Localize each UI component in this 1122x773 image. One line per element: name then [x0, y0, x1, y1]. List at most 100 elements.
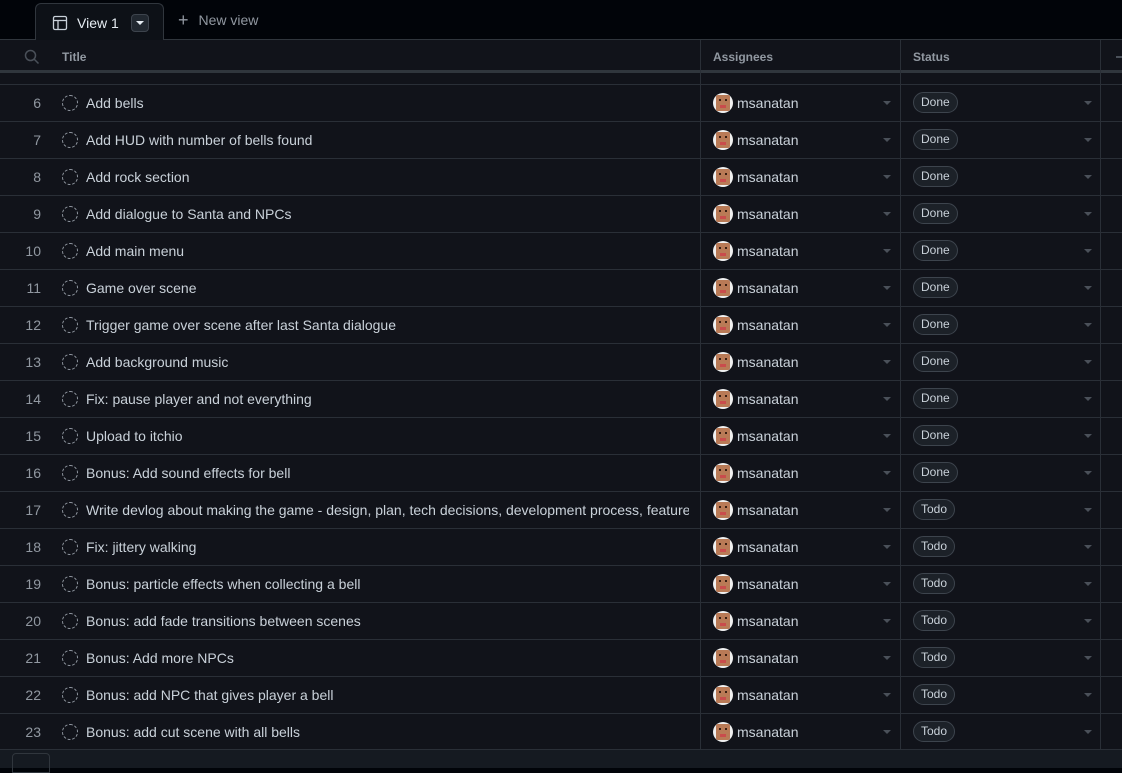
view-options-button[interactable] [130, 13, 149, 32]
assignee-dropdown-icon[interactable] [883, 249, 891, 253]
item-title[interactable]: Add HUD with number of bells found [86, 122, 689, 158]
assignee-dropdown-icon[interactable] [883, 619, 891, 623]
assignee-cell[interactable]: msanatan [713, 204, 798, 224]
status-badge[interactable]: Todo [913, 573, 956, 594]
table-row[interactable]: 8 Add rock section msanatan Done [0, 159, 1122, 196]
status-badge[interactable]: Done [913, 425, 958, 446]
assignee-dropdown-icon[interactable] [883, 138, 891, 142]
status-badge[interactable]: Done [913, 277, 958, 298]
assignee-dropdown-icon[interactable] [883, 101, 891, 105]
status-badge[interactable]: Todo [913, 610, 956, 631]
status-dropdown-icon[interactable] [1084, 323, 1092, 327]
status-dropdown-icon[interactable] [1084, 175, 1092, 179]
status-dropdown-icon[interactable] [1084, 360, 1092, 364]
item-title[interactable]: Fix: pause player and not everything [86, 381, 689, 417]
assignee-dropdown-icon[interactable] [883, 360, 891, 364]
new-view-button[interactable]: + New view [178, 11, 258, 29]
item-title[interactable]: Fix: jittery walking [86, 529, 689, 565]
item-title[interactable]: Add rock section [86, 159, 689, 195]
item-title[interactable]: Bonus: add cut scene with all bells [86, 714, 689, 750]
search-button[interactable] [24, 40, 40, 73]
table-row[interactable]: 11 Game over scene msanatan Done [0, 270, 1122, 307]
assignee-dropdown-icon[interactable] [883, 434, 891, 438]
status-dropdown-icon[interactable] [1084, 434, 1092, 438]
table-row[interactable]: 6 Add bells msanatan Done [0, 85, 1122, 122]
column-header-assignees[interactable]: Assignees [713, 40, 773, 73]
item-title[interactable]: Game over scene [86, 270, 689, 306]
table-row[interactable]: 17 Write devlog about making the game - … [0, 492, 1122, 529]
status-badge[interactable]: Todo [913, 684, 956, 705]
status-badge[interactable]: Done [913, 388, 958, 409]
assignee-cell[interactable]: msanatan [713, 130, 798, 150]
table-row[interactable]: 13 Add background music msanatan Done [0, 344, 1122, 381]
status-badge[interactable]: Done [913, 351, 958, 372]
table-row[interactable]: 22 Bonus: add NPC that gives player a be… [0, 677, 1122, 714]
assignee-cell[interactable]: msanatan [713, 611, 798, 631]
column-header-status[interactable]: Status [913, 40, 950, 73]
table-row[interactable]: 18 Fix: jittery walking msanatan Todo [0, 529, 1122, 566]
item-title[interactable]: Bonus: particle effects when collecting … [86, 566, 689, 602]
status-dropdown-icon[interactable] [1084, 212, 1092, 216]
assignee-cell[interactable]: msanatan [713, 574, 798, 594]
assignee-cell[interactable]: msanatan [713, 426, 798, 446]
assignee-cell[interactable]: msanatan [713, 685, 798, 705]
status-dropdown-icon[interactable] [1084, 508, 1092, 512]
assignee-dropdown-icon[interactable] [883, 656, 891, 660]
status-dropdown-icon[interactable] [1084, 138, 1092, 142]
status-badge[interactable]: Done [913, 203, 958, 224]
assignee-dropdown-icon[interactable] [883, 693, 891, 697]
status-badge[interactable]: Todo [913, 647, 956, 668]
tab-view-1[interactable]: View 1 [35, 3, 164, 41]
status-badge[interactable]: Done [913, 129, 958, 150]
assignee-dropdown-icon[interactable] [883, 397, 891, 401]
assignee-cell[interactable]: msanatan [713, 463, 798, 483]
status-badge[interactable]: Done [913, 314, 958, 335]
assignee-dropdown-icon[interactable] [883, 471, 891, 475]
item-title[interactable]: Bonus: add fade transitions between scen… [86, 603, 689, 639]
item-title[interactable]: Write devlog about making the game - des… [86, 492, 689, 528]
status-dropdown-icon[interactable] [1084, 545, 1092, 549]
table-row[interactable]: 14 Fix: pause player and not everything … [0, 381, 1122, 418]
status-dropdown-icon[interactable] [1084, 619, 1092, 623]
status-dropdown-icon[interactable] [1084, 582, 1092, 586]
assignee-cell[interactable]: msanatan [713, 278, 798, 298]
assignee-dropdown-icon[interactable] [883, 582, 891, 586]
assignee-cell[interactable]: msanatan [713, 167, 798, 187]
table-row[interactable]: 21 Bonus: Add more NPCs msanatan Todo [0, 640, 1122, 677]
status-badge[interactable]: Done [913, 462, 958, 483]
status-badge[interactable]: Done [913, 166, 958, 187]
assignee-cell[interactable]: msanatan [713, 352, 798, 372]
column-header-title[interactable]: Title [62, 40, 86, 73]
item-title[interactable]: Add main menu [86, 233, 689, 269]
status-badge[interactable]: Todo [913, 499, 956, 520]
assignee-cell[interactable]: msanatan [713, 500, 798, 520]
assignee-cell[interactable]: msanatan [713, 241, 798, 261]
table-row[interactable]: 23 Bonus: add cut scene with all bells m… [0, 714, 1122, 751]
status-dropdown-icon[interactable] [1084, 656, 1092, 660]
status-badge[interactable]: Todo [913, 536, 956, 557]
status-dropdown-icon[interactable] [1084, 397, 1092, 401]
assignee-cell[interactable]: msanatan [713, 648, 798, 668]
assignee-dropdown-icon[interactable] [883, 545, 891, 549]
assignee-cell[interactable]: msanatan [713, 722, 798, 742]
table-row[interactable]: 16 Bonus: Add sound effects for bell msa… [0, 455, 1122, 492]
assignee-dropdown-icon[interactable] [883, 212, 891, 216]
table-row[interactable]: 9 Add dialogue to Santa and NPCs msanata… [0, 196, 1122, 233]
item-title[interactable]: Bonus: Add more NPCs [86, 640, 689, 676]
status-dropdown-icon[interactable] [1084, 249, 1092, 253]
status-dropdown-icon[interactable] [1084, 693, 1092, 697]
item-title[interactable]: Bonus: add NPC that gives player a bell [86, 677, 689, 713]
status-badge[interactable]: Done [913, 240, 958, 261]
item-title[interactable]: Add background music [86, 344, 689, 380]
table-row[interactable]: 20 Bonus: add fade transitions between s… [0, 603, 1122, 640]
item-title[interactable]: Add bells [86, 85, 689, 121]
assignee-dropdown-icon[interactable] [883, 730, 891, 734]
item-title[interactable]: Upload to itchio [86, 418, 689, 454]
assignee-dropdown-icon[interactable] [883, 175, 891, 179]
assignee-dropdown-icon[interactable] [883, 286, 891, 290]
status-badge[interactable]: Todo [913, 721, 956, 742]
table-row[interactable]: 12 Trigger game over scene after last Sa… [0, 307, 1122, 344]
assignee-cell[interactable]: msanatan [713, 93, 798, 113]
assignee-dropdown-icon[interactable] [883, 323, 891, 327]
add-item-button[interactable] [12, 753, 50, 773]
